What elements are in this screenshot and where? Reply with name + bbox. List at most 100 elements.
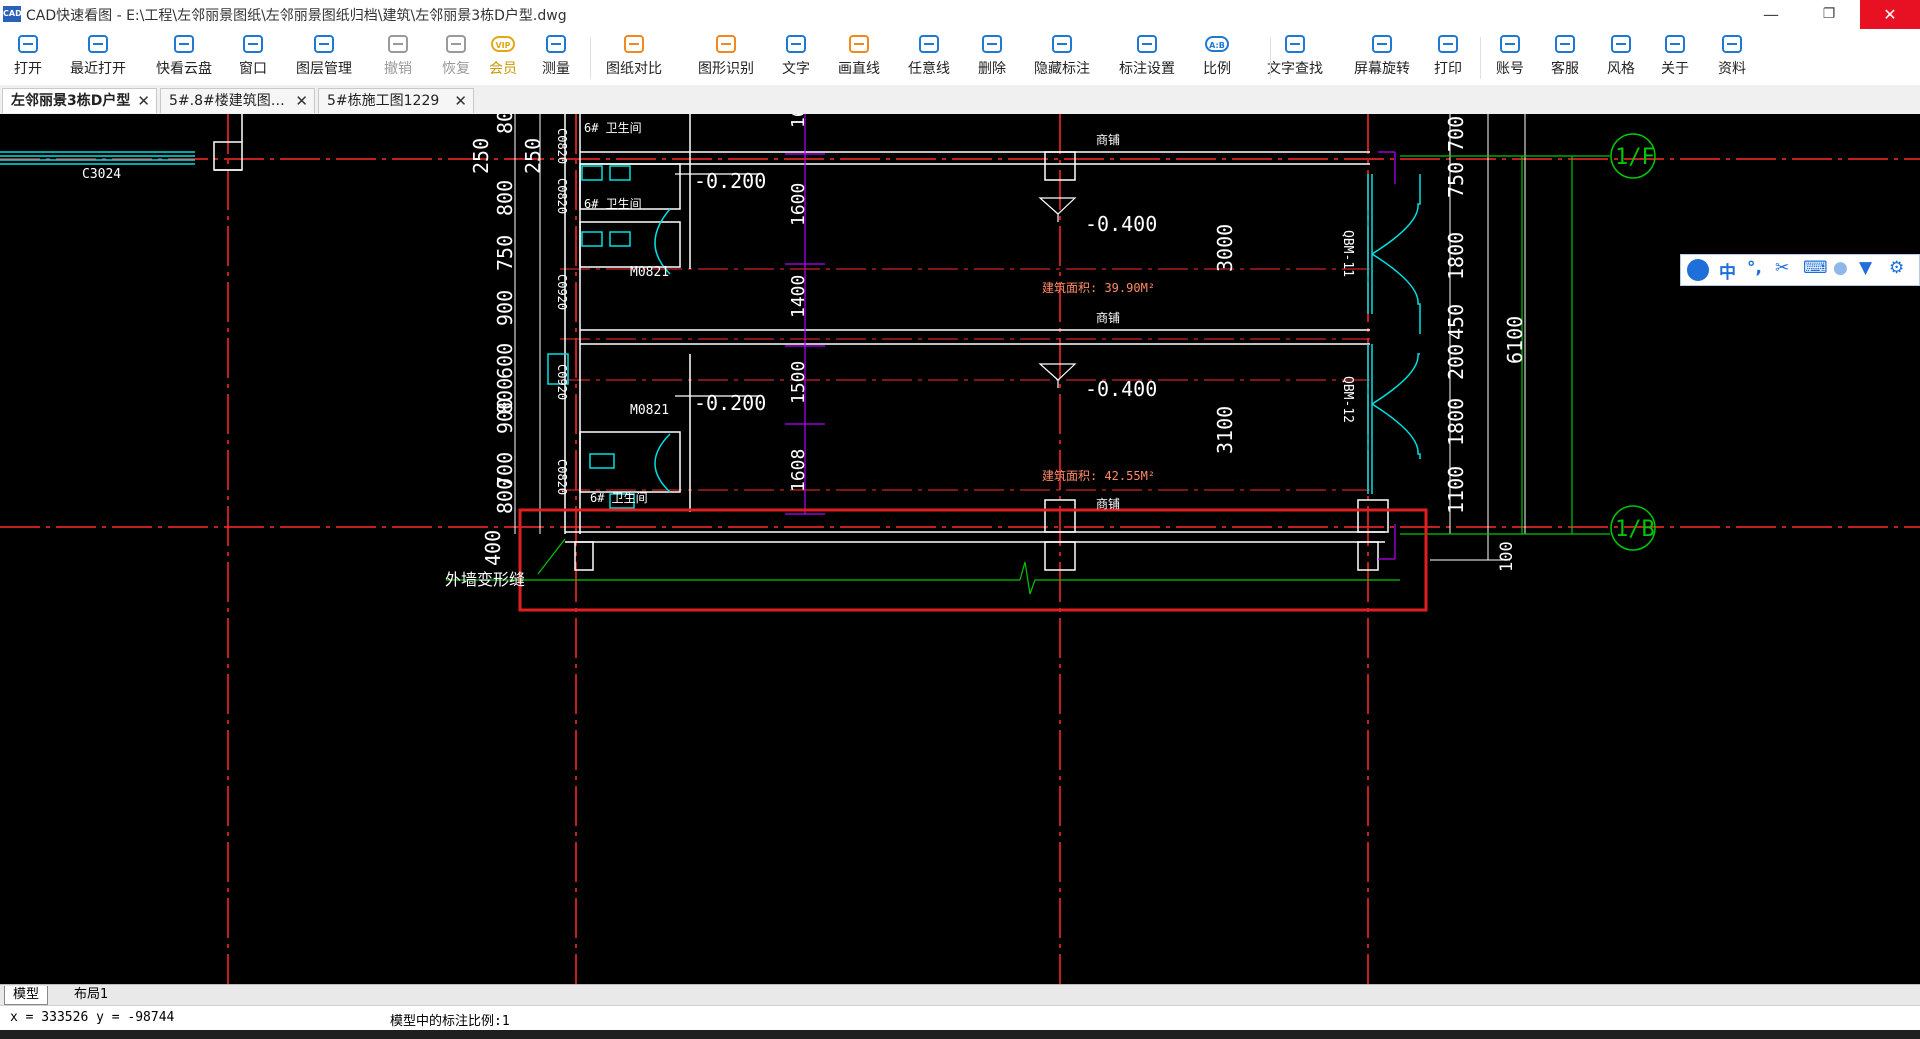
person-icon[interactable]: ● [1833, 258, 1848, 278]
cursor-coordinates: x = 333526 y = -98744 [10, 1010, 175, 1025]
axis-label-1: 1/B [1615, 517, 1655, 542]
tab-label: 5#栋施工图1229 [327, 93, 440, 109]
user-icon [1500, 35, 1520, 53]
span-dim-0: 3000 [1213, 224, 1237, 272]
left-dim-9: 800 [493, 478, 517, 514]
text-search-icon [1285, 35, 1305, 53]
status-bar: x = 333526 y = -98744 模型中的标注比例:1 [0, 1005, 1920, 1030]
windows-cyan [547, 165, 1421, 509]
door-tag-0: QBM-11 [1340, 230, 1355, 277]
level-mark-0: -0.200 [694, 169, 766, 193]
inner-dim-4: 1608 [788, 449, 809, 492]
annotation-settings-icon [1137, 35, 1157, 53]
door-label-0: M0821 [630, 265, 669, 280]
window-tag-3: C0920 [555, 364, 569, 400]
window-tag-0: C0820 [555, 128, 569, 164]
left-dim-10: 800 [493, 378, 517, 414]
window-tag-4: C0820 [555, 459, 569, 495]
right-dim-5: 1800 [1444, 398, 1468, 446]
toolbar-button-1[interactable]: 最近打开 [58, 31, 138, 83]
window-title: CAD快速看图 - E:\工程\左邻丽景图纸\左邻丽景图纸归档\建筑\左邻丽景3… [26, 8, 567, 24]
toolbar-button-8[interactable]: 测量 [516, 31, 596, 83]
window-icon [243, 35, 263, 53]
toolbar-button-25[interactable]: 资料 [1692, 31, 1772, 83]
axis-label-0: 1/F [1615, 145, 1655, 170]
right-dim-4: 200 [1444, 344, 1468, 380]
tab-document-1[interactable]: 左邻丽景3栋D户型 ✕ [2, 88, 157, 113]
toolbar-label: 图形识别 [698, 61, 754, 77]
close-tab-icon[interactable]: ✕ [137, 89, 150, 114]
walls [213, 114, 1389, 571]
title-bar: CAD CAD快速看图 - E:\工程\左邻丽景图纸\左邻丽景图纸归档\建筑\左… [0, 0, 1920, 30]
left-dim-5: 900 [493, 290, 517, 326]
ime-logo-icon[interactable] [1687, 259, 1709, 281]
toolbar-label: 比例 [1203, 61, 1231, 77]
shop-label-0: 商铺 [1096, 132, 1120, 147]
toolbar-button-12[interactable]: 画直线 [819, 31, 899, 83]
minimize-button[interactable]: — [1748, 0, 1794, 29]
level-markers [675, 173, 1077, 397]
toolbar-button-3[interactable]: 窗口 [213, 31, 293, 83]
toolbar-button-16[interactable]: 标注设置 [1107, 31, 1187, 83]
svg-text:VIP: VIP [495, 41, 510, 50]
svg-text:A:B: A:B [1209, 41, 1225, 50]
toolbar-button-15[interactable]: 隐藏标注 [1022, 31, 1102, 83]
toolbar-button-14[interactable]: 删除 [952, 31, 1032, 83]
tab-model[interactable]: 模型 [4, 986, 49, 1005]
inner-dim-2: 1400 [788, 275, 809, 318]
close-tab-icon[interactable]: ✕ [454, 89, 467, 114]
right-dim-7: 6100 [1503, 316, 1527, 364]
gear-icon[interactable]: ⚙ [1889, 258, 1904, 278]
window-tag-1: C0820 [555, 178, 569, 214]
toolbar-button-10[interactable]: 图形识别 [686, 31, 766, 83]
door-label-1: M0821 [630, 403, 669, 418]
layout-tab-bar: 模型 布局1 [0, 984, 1920, 1005]
compare-icon [624, 35, 644, 53]
level-mark-3: -0.200 [694, 391, 766, 415]
toolbar-button-17[interactable]: A:B 比例 [1177, 31, 1257, 83]
area-label-1: 建筑面积: 42.55M² [1042, 468, 1155, 483]
toolbar-label: 图层管理 [296, 61, 352, 77]
hide-eye-icon [1052, 35, 1072, 53]
headset-icon [1555, 35, 1575, 53]
toolbar-button-4[interactable]: 图层管理 [284, 31, 364, 83]
keyboard-icon[interactable]: ⌨ [1803, 258, 1828, 278]
toolbar-label: 画直线 [838, 61, 880, 77]
toolbar-label: 窗口 [239, 61, 267, 77]
vip-icon: VIP [491, 36, 515, 52]
toolbar-label: 隐藏标注 [1034, 61, 1090, 77]
rotate-screen-icon [1372, 35, 1392, 53]
toolbar-button-18[interactable]: 文字查找 [1255, 31, 1335, 83]
door-tag-1: QBM-12 [1340, 376, 1355, 423]
left-dim-11: 400 [481, 530, 505, 566]
axis-bubbles [1610, 133, 1656, 551]
shirt-icon[interactable]: ▼ [1859, 258, 1872, 278]
tab-document-3[interactable]: 5#栋施工图1229 ✕ [318, 88, 474, 113]
tab-layout-1[interactable]: 布局1 [66, 986, 116, 1004]
scale-icon: A:B [1205, 36, 1229, 52]
right-dim-6: 1100 [1444, 466, 1468, 514]
tab-document-2[interactable]: 5#.8#楼建筑图… ✕ [160, 88, 315, 113]
toolbar-button-9[interactable]: 图纸对比 [594, 31, 674, 83]
text-icon [786, 35, 806, 53]
app-logo-icon: CAD [3, 6, 22, 22]
room-label-0: 6# 卫生间 [584, 121, 642, 135]
toolbar-button-2[interactable]: 快看云盘 [144, 31, 224, 83]
shop-label-2: 商铺 [1096, 496, 1120, 511]
toolbar-label: 最近打开 [70, 61, 126, 77]
close-button[interactable]: ✕ [1860, 0, 1920, 29]
inner-axis-lines [560, 268, 1370, 491]
right-dim-0: 700 [1444, 116, 1468, 152]
ime-toolbar[interactable]: 中 °, ✂ ⌨ ● ▼ ⚙ [1680, 254, 1920, 286]
close-tab-icon[interactable]: ✕ [295, 89, 308, 114]
left-dim-4: 750 [493, 235, 517, 271]
ime-language-toggle[interactable]: 中 [1719, 258, 1736, 283]
ime-punctuation-toggle[interactable]: °, [1747, 258, 1762, 278]
expansion-joint-note: 外墙变形缝 [445, 570, 525, 589]
scissors-icon[interactable]: ✂ [1775, 258, 1789, 278]
restore-button[interactable]: ❐ [1806, 0, 1852, 29]
cloud-icon [174, 35, 194, 53]
drawing-canvas[interactable]: C3024 800 250 250 800 750 900 600 900 70… [0, 114, 1920, 984]
left-dim-6: 600 [493, 343, 517, 379]
toolbar-label: 标注设置 [1119, 61, 1175, 77]
